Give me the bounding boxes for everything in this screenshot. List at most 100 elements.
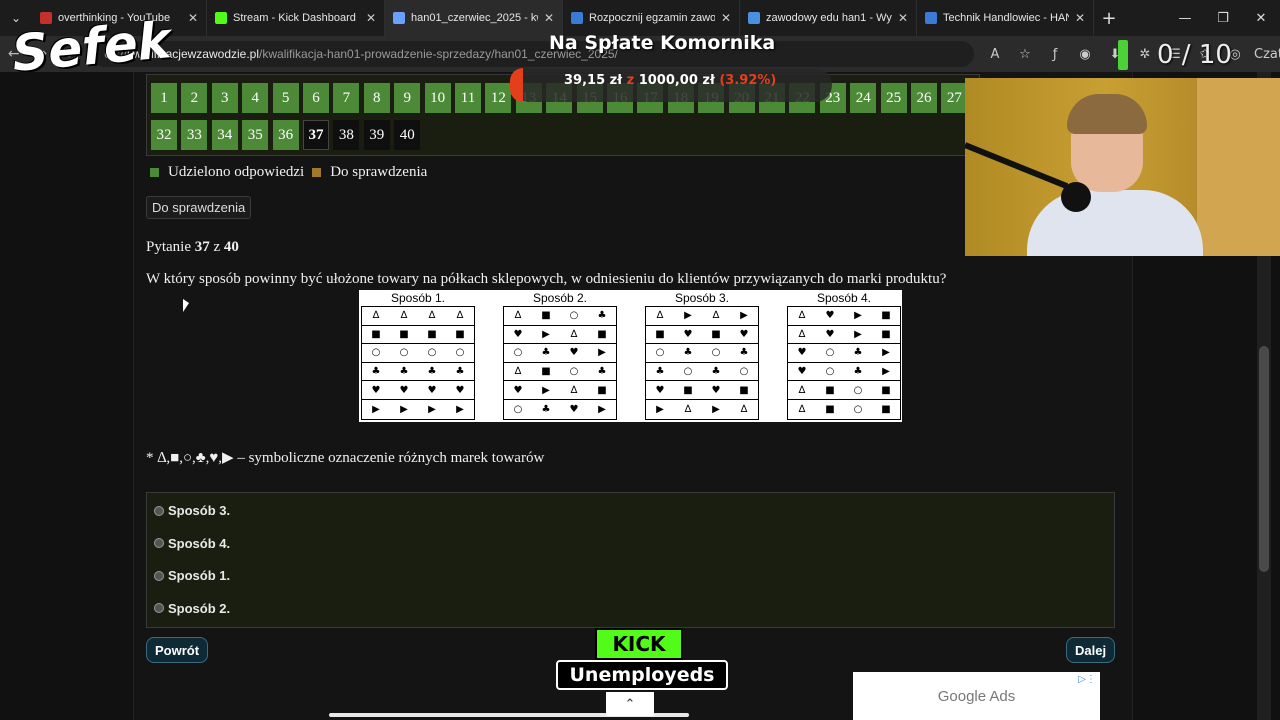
question-number-button[interactable]: 38 bbox=[333, 120, 360, 150]
shelf-row: ∆ ■ ○ ♣ bbox=[504, 307, 616, 326]
ad-info-icon[interactable]: ▷⋮ bbox=[1078, 674, 1096, 685]
question-number-button[interactable]: 25 bbox=[880, 83, 907, 113]
tab-close-icon[interactable]: ✕ bbox=[188, 11, 198, 25]
radio-button[interactable] bbox=[154, 603, 164, 613]
answer-option[interactable]: Sposób 1. bbox=[154, 568, 230, 583]
shelf-symbol: ♥ bbox=[683, 328, 693, 340]
tab-close-icon[interactable]: ✕ bbox=[366, 11, 376, 25]
radio-button[interactable] bbox=[154, 570, 164, 581]
shelf-row: ∆ ∆ ∆ ∆ bbox=[362, 307, 474, 326]
shelf-symbol: ■ bbox=[597, 384, 607, 396]
color-extension-icon[interactable]: ◉ bbox=[1072, 47, 1098, 62]
mark-for-review-button[interactable]: Do sprawdzenia bbox=[146, 196, 252, 219]
question-number-button[interactable]: 12 bbox=[485, 83, 512, 113]
shelf-symbol: ■ bbox=[825, 403, 835, 415]
question-number-button[interactable]: 9 bbox=[394, 83, 421, 113]
close-window-icon[interactable]: ✕ bbox=[1242, 11, 1280, 26]
shelf-symbol: ♥ bbox=[569, 403, 579, 415]
next-button[interactable]: Dalej bbox=[1066, 637, 1116, 663]
tab-favicon-icon bbox=[748, 12, 760, 24]
chat-label[interactable]: Czat bbox=[1254, 47, 1280, 62]
shelf-symbol: ∆ bbox=[570, 328, 578, 340]
shelf-row: ▶ ▶ ▶ ▶ bbox=[362, 400, 474, 419]
favorite-star-icon[interactable]: ☆ bbox=[1012, 47, 1038, 62]
question-header: Pytanie 37 z 40 bbox=[146, 239, 239, 256]
shelf-symbol: ♥ bbox=[739, 328, 749, 340]
radio-button[interactable] bbox=[154, 505, 164, 516]
shelf-symbol: ∆ bbox=[798, 328, 806, 340]
browser-tab[interactable]: Technik Handlowiec - HAN.01 ✕ bbox=[917, 0, 1094, 36]
shelf-row: ♥ ▶ ∆ ■ bbox=[504, 381, 616, 400]
shelf-symbol: ♣ bbox=[399, 366, 409, 378]
google-ads-banner[interactable]: Google Ads ▷⋮ bbox=[853, 672, 1100, 720]
shelf-symbol: ▶ bbox=[542, 328, 550, 340]
new-tab-button[interactable]: + bbox=[1094, 8, 1124, 29]
scroll-up-chevron-icon[interactable]: ⌃ bbox=[606, 692, 654, 716]
tab-close-icon[interactable]: ✕ bbox=[898, 11, 908, 25]
minimize-icon[interactable]: — bbox=[1166, 11, 1204, 26]
shelf-symbol: ♥ bbox=[427, 384, 437, 396]
question-number-button[interactable]: 5 bbox=[272, 83, 299, 113]
shelf-symbol: ○ bbox=[683, 366, 693, 378]
shelf-symbol: ♥ bbox=[455, 384, 465, 396]
answer-options: Sposób 3. Sposób 4. Sposób 1. Sposób 2. bbox=[146, 492, 1115, 628]
question-number-button[interactable]: 3 bbox=[211, 83, 238, 113]
read-aloud-icon[interactable]: A bbox=[982, 47, 1008, 62]
shelf-symbol: ▶ bbox=[372, 403, 380, 415]
question-number-button[interactable]: 27 bbox=[941, 83, 968, 113]
question-number-button[interactable]: 11 bbox=[455, 83, 481, 113]
question-number-button[interactable]: 32 bbox=[151, 120, 177, 150]
question-number-button[interactable]: 33 bbox=[181, 120, 208, 150]
shelf-symbol: ○ bbox=[513, 347, 523, 359]
extensions-puzzle-icon[interactable]: ✲ bbox=[1132, 47, 1158, 62]
tab-close-icon[interactable]: ✕ bbox=[721, 11, 731, 25]
question-number-button[interactable]: 37 bbox=[303, 120, 329, 150]
browser-tab[interactable]: han01_czerwiec_2025 - kwalif ✕ bbox=[385, 0, 563, 36]
shelf-symbol: ○ bbox=[427, 347, 437, 359]
extension-icon[interactable]: ƒ bbox=[1042, 47, 1068, 62]
answer-option[interactable]: Sposób 2. bbox=[154, 601, 230, 616]
radio-button[interactable] bbox=[154, 538, 164, 548]
shelf-symbol: ♥ bbox=[399, 384, 409, 396]
shelf-symbol: ○ bbox=[371, 347, 381, 359]
shelf-symbol: ♥ bbox=[513, 384, 523, 396]
question-number-button[interactable]: 7 bbox=[333, 83, 360, 113]
shelf-symbol: ■ bbox=[881, 403, 891, 415]
question-number-button[interactable]: 4 bbox=[242, 83, 269, 113]
answer-option[interactable]: Sposób 3. bbox=[154, 503, 230, 518]
shelf-symbol: ▶ bbox=[428, 403, 436, 415]
browser-tab[interactable]: Stream - Kick Dashboard ✕ bbox=[207, 0, 385, 36]
shelf-symbol: ∆ bbox=[798, 384, 806, 396]
question-number-button[interactable]: 39 bbox=[363, 120, 390, 150]
shelf-symbol: ♥ bbox=[655, 384, 665, 396]
question-total: 40 bbox=[223, 239, 239, 255]
tab-close-icon[interactable]: ✕ bbox=[1075, 11, 1085, 25]
shelf-symbol: ▶ bbox=[712, 403, 720, 415]
screen: ⌄ overthinking - YouTube ✕ Stream - Kick D… bbox=[0, 0, 1280, 720]
question-number-button[interactable]: 1 bbox=[151, 83, 177, 113]
question-number-button[interactable]: 40 bbox=[394, 120, 421, 150]
question-number-button[interactable]: 2 bbox=[181, 83, 208, 113]
question-number-button[interactable]: 35 bbox=[242, 120, 269, 150]
question-number-button[interactable]: 8 bbox=[363, 83, 390, 113]
shelf-symbol: ♥ bbox=[711, 384, 721, 396]
question-number-button[interactable]: 10 bbox=[424, 83, 451, 113]
answer-option[interactable]: Sposób 4. bbox=[154, 536, 230, 551]
question-number-button[interactable]: 6 bbox=[303, 83, 329, 113]
question-number-button[interactable]: 26 bbox=[911, 83, 937, 113]
tab-close-icon[interactable]: ✕ bbox=[544, 11, 554, 25]
browser-tab[interactable]: zawodowy edu han1 - Wyszuk ✕ bbox=[740, 0, 917, 36]
scroll-thumb[interactable] bbox=[1259, 346, 1269, 572]
maximize-icon[interactable]: ❐ bbox=[1204, 11, 1242, 26]
question-number-button[interactable]: 34 bbox=[211, 120, 238, 150]
goal-percent: (3.92%) bbox=[719, 73, 777, 88]
question-number-button[interactable]: 36 bbox=[272, 120, 299, 150]
question-number-button[interactable]: 24 bbox=[850, 83, 877, 113]
shelf-row: ○ ○ ○ ○ bbox=[362, 344, 474, 363]
address-bar[interactable]: os://kwalifikacjewzawodzie.pl/kwalifikac… bbox=[92, 41, 974, 67]
shelf-row: ∆ ♥ ▶ ■ bbox=[788, 326, 900, 345]
tab-favicon-icon bbox=[571, 12, 583, 24]
back-button[interactable]: Powrót bbox=[146, 637, 209, 663]
shelf-symbol: ■ bbox=[371, 328, 381, 340]
browser-tab[interactable]: Rozpocznij egzamin zawodow ✕ bbox=[563, 0, 740, 36]
